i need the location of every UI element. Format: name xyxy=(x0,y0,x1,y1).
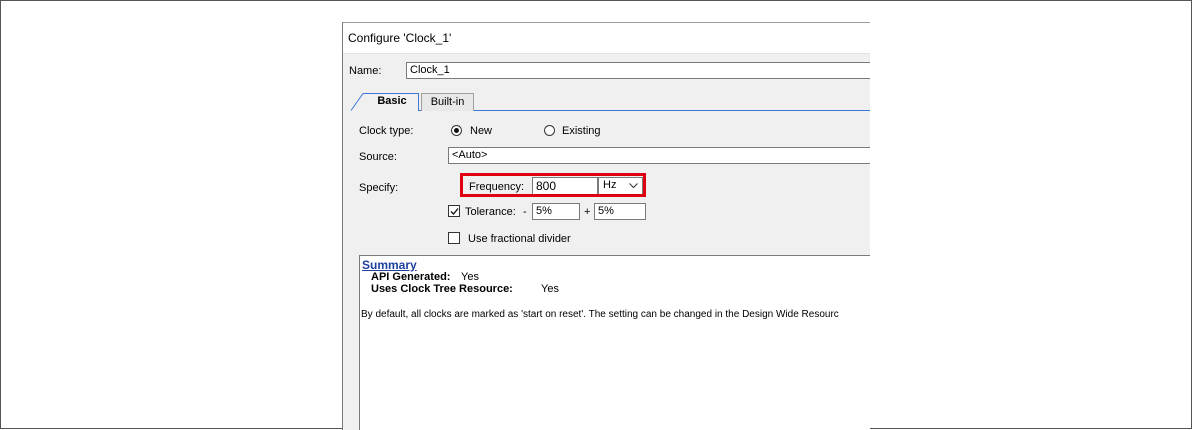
tolerance-plus-input[interactable]: 5% xyxy=(594,203,646,220)
clock-tree-value: Yes xyxy=(541,283,559,295)
api-generated-label: API Generated: xyxy=(371,271,451,283)
summary-panel: Summary API Generated: Yes Uses Clock Tr… xyxy=(359,255,870,430)
name-input[interactable]: Clock_1 xyxy=(406,62,870,79)
tab-basic[interactable]: Basic xyxy=(365,93,419,111)
radio-selected-dot xyxy=(454,128,459,133)
configure-dialog: Configure 'Clock_1' Name: Clock_1 Basic … xyxy=(342,22,870,430)
clock-type-label: Clock type: xyxy=(359,125,414,137)
summary-heading: Summary xyxy=(362,258,417,272)
tolerance-minus-sign: - xyxy=(523,206,527,218)
tab-built-in[interactable]: Built-in xyxy=(421,93,474,111)
checkmark-icon xyxy=(450,208,459,215)
summary-note: By default, all clocks are marked as 'st… xyxy=(361,309,839,320)
tolerance-checkbox[interactable] xyxy=(448,205,460,217)
tolerance-minus-input[interactable]: 5% xyxy=(532,203,580,220)
source-label: Source: xyxy=(359,151,397,163)
fractional-divider-label: Use fractional divider xyxy=(468,233,571,245)
radio-existing-label: Existing xyxy=(562,125,601,137)
tolerance-plus-sign: + xyxy=(584,206,591,218)
frequency-highlight-box xyxy=(460,173,646,197)
tolerance-label: Tolerance: xyxy=(465,206,516,218)
radio-new[interactable] xyxy=(451,125,462,136)
title-bar: Configure 'Clock_1' xyxy=(343,23,870,54)
api-generated-value: Yes xyxy=(461,271,479,283)
radio-new-label: New xyxy=(470,125,493,137)
clock-tree-label: Uses Clock Tree Resource: xyxy=(371,283,513,295)
specify-label: Specify: xyxy=(359,182,399,194)
screenshot-frame: Configure 'Clock_1' Name: Clock_1 Basic … xyxy=(0,0,1192,430)
name-label: Name: xyxy=(349,65,382,77)
fractional-divider-checkbox[interactable] xyxy=(448,232,460,244)
source-field[interactable]: <Auto> xyxy=(448,147,870,164)
radio-existing[interactable] xyxy=(544,125,555,136)
dialog-title: Configure 'Clock_1' xyxy=(348,31,452,45)
